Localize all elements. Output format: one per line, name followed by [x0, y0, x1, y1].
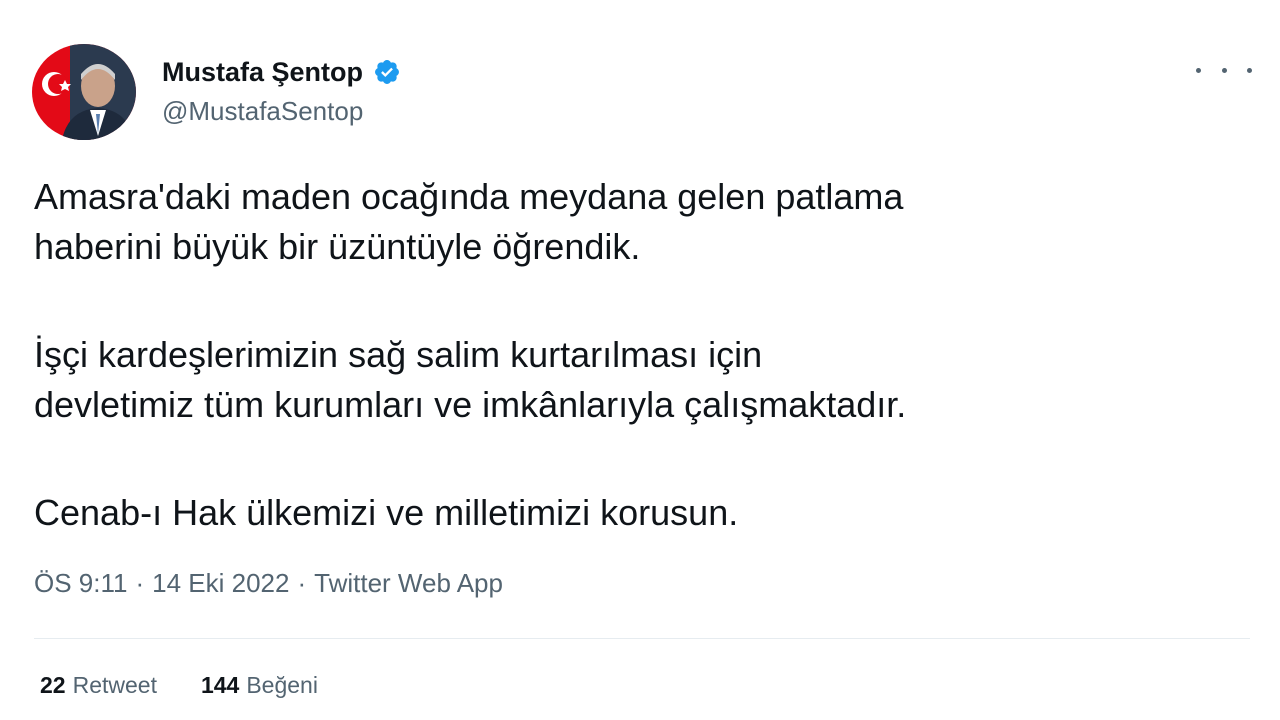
- like-stat[interactable]: 144 Beğeni: [201, 672, 318, 699]
- like-label: Beğeni: [246, 672, 318, 698]
- tweet-text: Amasra'daki maden ocağında meydana gelen…: [34, 172, 1254, 538]
- avatar-image: [32, 44, 136, 140]
- divider: [34, 638, 1250, 639]
- engagement-stats: 22 Retweet 144 Beğeni: [40, 672, 318, 699]
- tweet-line: Cenab-ı Hak ülkemizi ve milletimizi koru…: [34, 492, 739, 533]
- more-dots-icon: [1221, 67, 1227, 73]
- avatar[interactable]: [32, 44, 136, 140]
- retweet-label: Retweet: [72, 672, 157, 698]
- retweet-count: 22: [40, 672, 66, 698]
- author-handle[interactable]: @MustafaSentop: [162, 96, 363, 127]
- more-options-button[interactable]: [1196, 58, 1252, 82]
- tweet-line: haberini büyük bir üzüntüyle öğrendik.: [34, 226, 641, 267]
- tweet-line: Amasra'daki maden ocağında meydana gelen…: [34, 176, 904, 217]
- tweet-metadata: ÖS 9:11 · 14 Eki 2022 · Twitter Web App: [34, 568, 503, 599]
- tweet-line: İşçi kardeşlerimizin sağ salim kurtarılm…: [34, 334, 763, 375]
- separator: ·: [135, 568, 145, 598]
- more-dots-icon: [1196, 67, 1201, 73]
- tweet-source[interactable]: Twitter Web App: [314, 568, 503, 599]
- verified-badge-icon: [375, 60, 399, 84]
- separator: ·: [297, 568, 307, 598]
- more-dots-icon: [1247, 67, 1252, 73]
- tweet-time[interactable]: ÖS 9:11: [34, 568, 127, 599]
- author-row: Mustafa Şentop: [162, 54, 401, 90]
- tweet-paragraph: İşçi kardeşlerimizin sağ salim kurtarılm…: [34, 330, 1254, 430]
- tweet-card: Mustafa Şentop @MustafaSentop Amasra'dak…: [0, 0, 1280, 720]
- retweet-stat[interactable]: 22 Retweet: [40, 672, 157, 699]
- like-count: 144: [200, 672, 240, 698]
- tweet-paragraph: Cenab-ı Hak ülkemizi ve milletimizi koru…: [34, 488, 1254, 538]
- tweet-line: devletimiz tüm kurumları ve imkânlarıyla…: [34, 384, 907, 425]
- tweet-paragraph: Amasra'daki maden ocağında meydana gelen…: [34, 172, 1254, 272]
- tweet-date[interactable]: 14 Eki 2022: [152, 568, 289, 599]
- display-name[interactable]: Mustafa Şentop: [162, 57, 363, 88]
